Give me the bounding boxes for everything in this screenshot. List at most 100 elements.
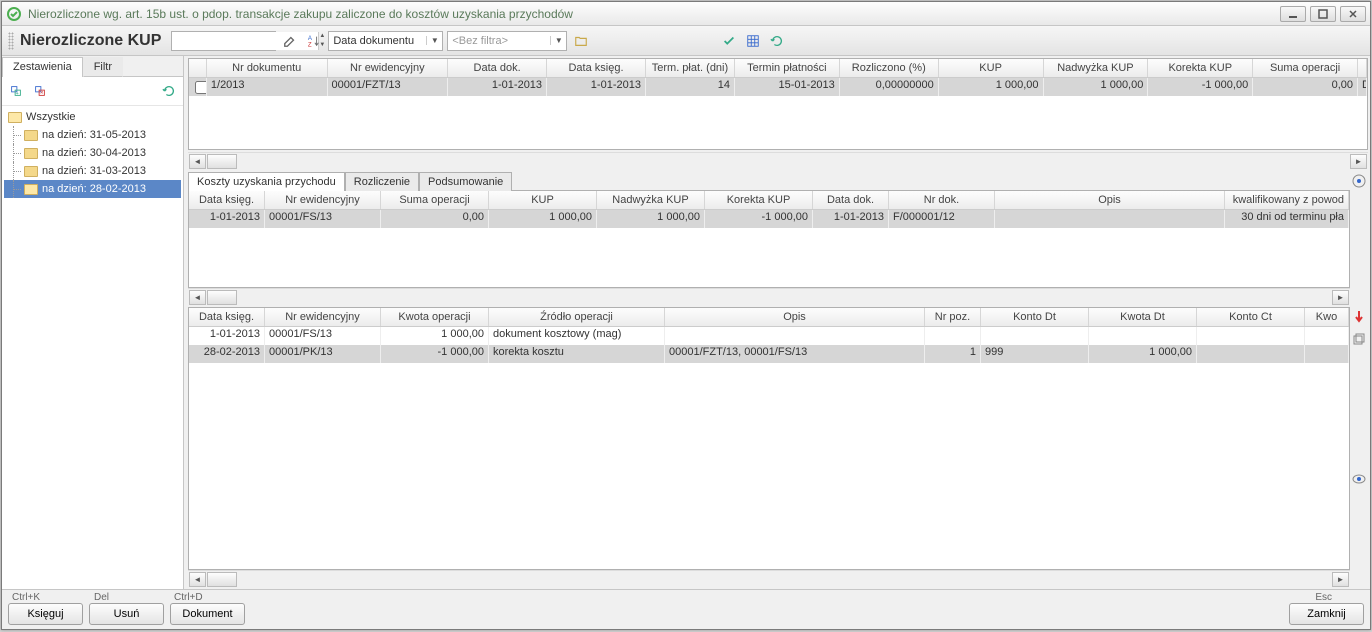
cell: -1 000,00	[381, 345, 489, 363]
cell	[925, 327, 981, 345]
col-header[interactable]: Korekta KUP	[1148, 59, 1253, 77]
h-scrollbar[interactable]: ◄ ►	[188, 152, 1368, 169]
date-field-combo[interactable]: Data dokumentu ▼	[328, 31, 443, 51]
refresh-tree-icon[interactable]	[159, 81, 179, 101]
col-header[interactable]: Suma operacji	[1253, 59, 1358, 77]
col-header[interactable]: Data dok.	[448, 59, 547, 77]
tree-item[interactable]: na dzień: 31-05-2013	[4, 126, 181, 144]
filter-combo[interactable]: <Bez filtra> ▼	[447, 31, 567, 51]
maximize-button[interactable]	[1310, 6, 1336, 22]
tree-item-label: na dzień: 31-05-2013	[42, 129, 146, 141]
scroll-right-icon[interactable]: ►	[1332, 572, 1349, 587]
tab-podsumowanie[interactable]: Podsumowanie	[419, 172, 512, 191]
col-header[interactable]: Kwota operacji	[381, 308, 489, 326]
col-header[interactable]: Korekta KUP	[705, 191, 813, 209]
table-row[interactable]: 1-01-2013 00001/FS/13 0,00 1 000,00 1 00…	[189, 210, 1349, 228]
info-icon[interactable]	[1351, 173, 1367, 189]
book-button[interactable]: Księguj	[8, 603, 83, 625]
col-header[interactable]: Termin płatności	[735, 59, 840, 77]
col-header[interactable]: Opis	[665, 308, 925, 326]
h-scrollbar[interactable]: ◄ ►	[188, 570, 1350, 587]
col-header[interactable]: Nadwyżka KUP	[1044, 59, 1149, 77]
tree-root[interactable]: Wszystkie	[4, 108, 181, 126]
col-header[interactable]: Konto Ct	[1197, 308, 1305, 326]
refresh-icon[interactable]	[767, 31, 787, 51]
tree-expand-icon[interactable]: +	[6, 81, 26, 101]
sidebar-tab-zestawienia[interactable]: Zestawienia	[2, 57, 83, 77]
col-header[interactable]: Opis	[995, 191, 1225, 209]
close-button[interactable]	[1340, 6, 1366, 22]
delete-button[interactable]: Usuń	[89, 603, 164, 625]
bottom-grid: Data księg. Nr ewidencyjny Kwota operacj…	[188, 307, 1350, 570]
col-header[interactable]: Kwota Dt	[1089, 308, 1197, 326]
scroll-thumb[interactable]	[207, 572, 237, 587]
scroll-thumb[interactable]	[207, 154, 237, 169]
scroll-right-icon[interactable]: ►	[1350, 154, 1367, 169]
scroll-left-icon[interactable]: ◄	[189, 154, 206, 169]
sort-az-icon[interactable]: AZ	[304, 31, 324, 51]
col-header[interactable]: Term. płat. (dni)	[646, 59, 735, 77]
col-header[interactable]: Nr ewidencyjny	[328, 59, 449, 77]
col-header[interactable]: Nr dok.	[889, 191, 995, 209]
row-checkbox[interactable]	[195, 81, 207, 94]
scroll-left-icon[interactable]: ◄	[189, 290, 206, 305]
tab-koszty[interactable]: Koszty uzyskania przychodu	[188, 172, 345, 191]
col-header[interactable]: Nr poz.	[925, 308, 981, 326]
col-header[interactable]: Źródło operacji	[489, 308, 665, 326]
restore-icon[interactable]	[1351, 331, 1367, 347]
col-header[interactable]: kwalifikowany z powod	[1225, 191, 1349, 209]
col-header[interactable]	[1358, 59, 1367, 77]
col-header[interactable]: Nr ewidencyjny	[265, 191, 381, 209]
table-config-icon[interactable]	[743, 31, 763, 51]
col-header[interactable]: Nr ewidencyjny	[265, 308, 381, 326]
cell: 0,00000000	[840, 78, 939, 96]
minimize-button[interactable]	[1280, 6, 1306, 22]
sidebar-tab-filtr[interactable]: Filtr	[83, 57, 123, 77]
tree-item-selected[interactable]: na dzień: 28-02-2013	[4, 180, 181, 198]
tab-rozliczenie[interactable]: Rozliczenie	[345, 172, 419, 191]
tree-item[interactable]: na dzień: 30-04-2013	[4, 144, 181, 162]
grid-header: Nr dokumentu Nr ewidencyjny Data dok. Da…	[189, 59, 1367, 78]
scroll-left-icon[interactable]: ◄	[189, 572, 206, 587]
chevron-down-icon[interactable]: ▼	[426, 36, 442, 45]
col-header[interactable]: Konto Dt	[981, 308, 1089, 326]
edit-icon[interactable]	[280, 31, 300, 51]
titlebar: Nierozliczone wg. art. 15b ust. o pdop. …	[2, 2, 1370, 26]
close-footer-button[interactable]: Zamknij	[1289, 603, 1364, 625]
col-header[interactable]: Data dok.	[813, 191, 889, 209]
col-header[interactable]: Kwo	[1305, 308, 1349, 326]
cell: dokument kosztowy (mag)	[489, 327, 665, 345]
table-row[interactable]: 1-01-2013 00001/FS/13 1 000,00 dokument …	[189, 327, 1349, 345]
col-header[interactable]: KUP	[939, 59, 1044, 77]
eye-icon[interactable]	[1351, 471, 1367, 487]
col-header[interactable]: Data księg.	[189, 191, 265, 209]
h-scrollbar[interactable]: ◄ ►	[188, 288, 1350, 305]
col-check[interactable]	[189, 59, 207, 77]
open-folder-icon[interactable]	[571, 31, 591, 51]
col-header[interactable]: Rozliczono (%)	[840, 59, 939, 77]
scroll-thumb[interactable]	[207, 290, 237, 305]
tree: Wszystkie na dzień: 31-05-2013 na dzień:…	[2, 106, 183, 589]
document-button[interactable]: Dokument	[170, 603, 245, 625]
cell: -1 000,00	[1148, 78, 1253, 96]
col-header[interactable]: Data księg.	[547, 59, 646, 77]
col-header[interactable]: KUP	[489, 191, 597, 209]
tree-item-label: na dzień: 30-04-2013	[42, 147, 146, 159]
col-header[interactable]: Nadwyżka KUP	[597, 191, 705, 209]
arrow-down-red-icon[interactable]	[1351, 309, 1367, 325]
tree-item-label: na dzień: 28-02-2013	[42, 183, 146, 195]
col-header[interactable]: Suma operacji	[381, 191, 489, 209]
number-spinner[interactable]: ▲▼	[171, 31, 276, 51]
sidebar-tabs: Zestawienia Filtr	[2, 56, 183, 77]
table-row[interactable]: 28-02-2013 00001/PK/13 -1 000,00 korekta…	[189, 345, 1349, 363]
col-header[interactable]: Nr dokumentu	[207, 59, 328, 77]
chevron-down-icon[interactable]: ▼	[550, 36, 566, 45]
scroll-right-icon[interactable]: ►	[1332, 290, 1349, 305]
date-combo-text: Data dokumentu	[329, 35, 426, 47]
tree-collapse-icon[interactable]: ×	[30, 81, 50, 101]
tree-item[interactable]: na dzień: 31-03-2013	[4, 162, 181, 180]
apply-check-icon[interactable]	[719, 31, 739, 51]
cell: 30 dni od terminu pła	[1225, 210, 1349, 228]
col-header[interactable]: Data księg.	[189, 308, 265, 326]
table-row[interactable]: 1/2013 00001/FZT/13 1-01-2013 1-01-2013 …	[189, 78, 1367, 96]
